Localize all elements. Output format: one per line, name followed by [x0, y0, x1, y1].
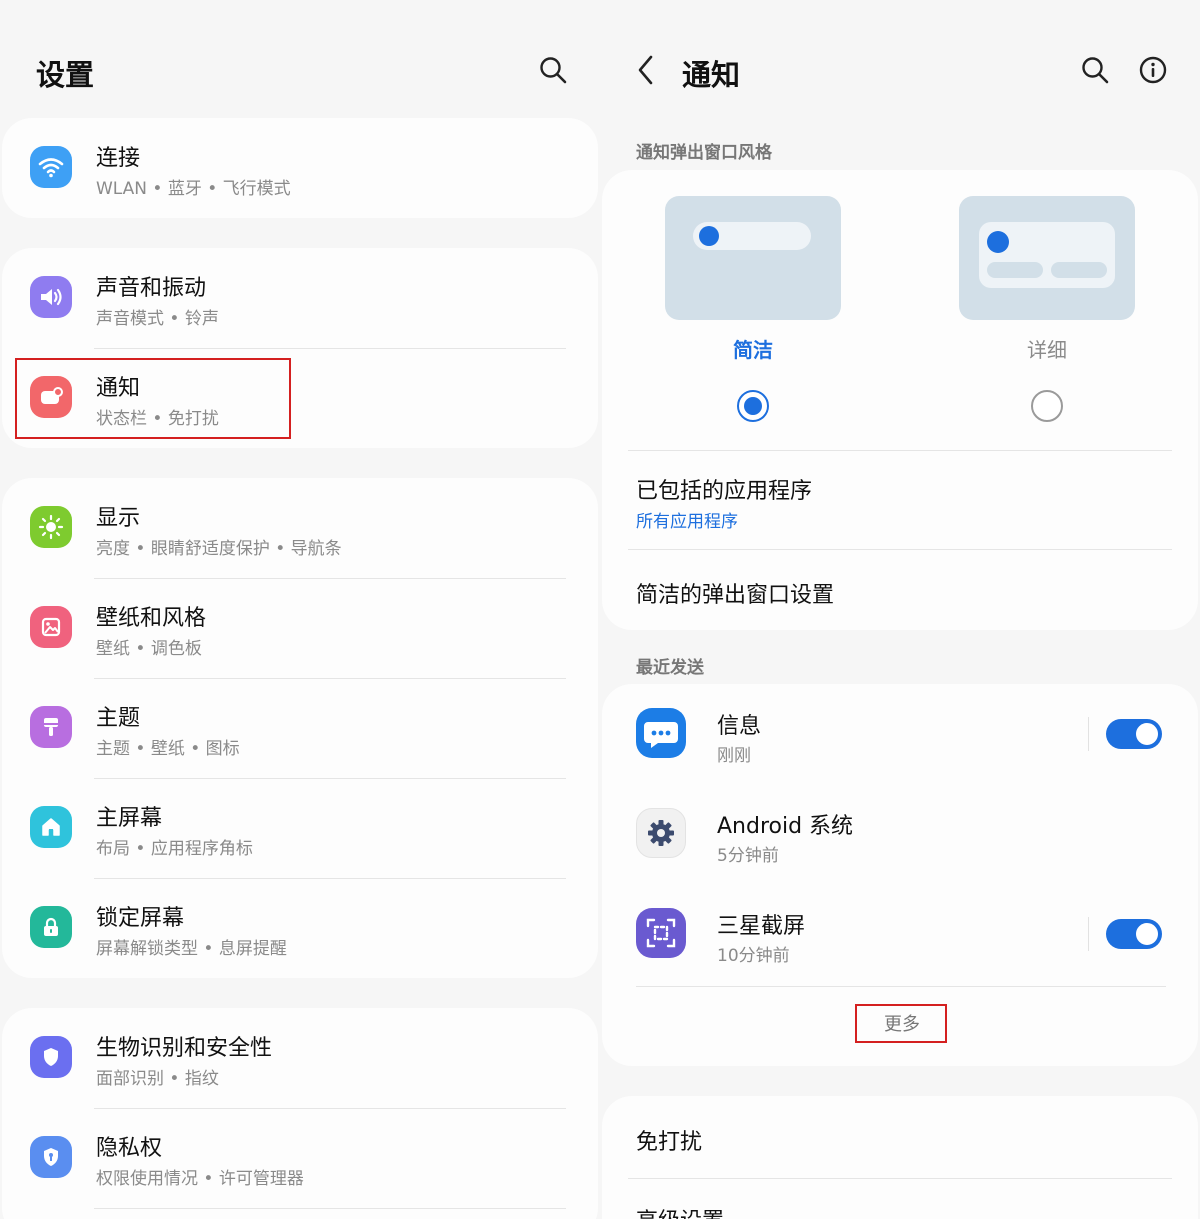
recent-app-row[interactable]: Android 系统 5分钟前	[602, 784, 1198, 884]
dnd-advanced-card: 免打扰 高级设置	[602, 1096, 1198, 1219]
detailed-style-label: 详细	[1027, 338, 1067, 362]
item-subtitle: 主题 • 壁纸 • 图标	[96, 739, 240, 759]
item-subtitle: WLAN • 蓝牙 • 飞行模式	[96, 179, 291, 199]
item-title: 声音和振动	[96, 276, 207, 301]
item-subtitle: 声音模式 • 铃声	[96, 309, 219, 329]
item-subtitle: 布局 • 应用程序角标	[96, 839, 253, 859]
item-title: 锁定屏幕	[96, 906, 185, 931]
preview-dot	[987, 231, 1009, 253]
preview-line	[987, 262, 1043, 278]
sun-icon	[30, 506, 72, 548]
back-arrow-icon[interactable]	[626, 50, 666, 90]
settings-item-home-screen[interactable]: 主屏幕 布局 • 应用程序角标	[2, 778, 598, 878]
brief-style-label: 简洁	[733, 338, 773, 362]
highlight-box-notifications	[15, 358, 291, 439]
privacy-shield-icon	[30, 1136, 72, 1178]
brief-style-preview[interactable]	[665, 196, 841, 320]
item-subtitle: 面部识别 • 指纹	[96, 1069, 219, 1089]
android-system-gear-icon	[636, 808, 686, 858]
page-title: 设置	[36, 58, 95, 92]
item-title: 显示	[96, 506, 141, 531]
app-name: 三星截屏	[717, 914, 806, 939]
divider	[94, 1208, 566, 1209]
highlight-box-more	[855, 1004, 947, 1043]
settings-item-theme[interactable]: 主题 主题 • 壁纸 • 图标	[2, 678, 598, 778]
separator	[1088, 717, 1089, 751]
shield-icon	[30, 1036, 72, 1078]
recent-app-row[interactable]: 信息 刚刚	[602, 684, 1198, 784]
search-icon[interactable]	[1075, 50, 1115, 90]
do-not-disturb-title: 免打扰	[636, 1130, 703, 1155]
detailed-style-preview[interactable]	[959, 196, 1135, 320]
settings-pane: 设置 连接 WLAN • 蓝牙 • 飞行模式 声音和振动 声音模式 • 铃声 通…	[0, 0, 600, 1219]
item-title: 连接	[96, 146, 141, 171]
page-title: 通知	[682, 58, 741, 92]
messages-icon	[636, 708, 686, 758]
settings-group-display: 显示 亮度 • 眼睛舒适度保护 • 导航条 壁纸和风格 壁纸 • 调色板 主题 …	[2, 478, 598, 978]
settings-item-wallpaper[interactable]: 壁纸和风格 壁纸 • 调色板	[2, 578, 598, 678]
app-time: 10分钟前	[717, 946, 790, 966]
advanced-settings-row[interactable]: 高级设置	[602, 1179, 1198, 1219]
settings-item-connections[interactable]: 连接 WLAN • 蓝牙 • 飞行模式	[2, 118, 598, 218]
notifications-pane: 通知 通知弹出窗口风格 简洁 详细 已包括的应用程序 所有应用程序 简洁的弹出窗…	[600, 0, 1200, 1219]
app-name: 信息	[717, 714, 762, 739]
advanced-settings-title: 高级设置	[636, 1203, 724, 1219]
divider	[636, 986, 1166, 987]
do-not-disturb-row[interactable]: 免打扰	[602, 1096, 1198, 1178]
separator	[1088, 917, 1089, 951]
recent-app-row[interactable]: 三星截屏 10分钟前	[602, 884, 1198, 984]
brief-popup-settings-title: 简洁的弹出窗口设置	[636, 583, 835, 608]
app-name: Android 系统	[717, 814, 854, 839]
settings-item-privacy[interactable]: 隐私权 权限使用情况 • 许可管理器	[2, 1108, 598, 1208]
included-apps-row[interactable]: 已包括的应用程序 所有应用程序	[602, 451, 1198, 549]
radio-dot	[744, 397, 762, 415]
theme-brush-icon	[30, 706, 72, 748]
settings-item-sound[interactable]: 声音和振动 声音模式 • 铃声	[2, 248, 598, 348]
settings-group-security: 生物识别和安全性 面部识别 • 指纹 隐私权 权限使用情况 • 许可管理器	[2, 1008, 598, 1219]
home-icon	[30, 806, 72, 848]
brief-popup-settings-row[interactable]: 简洁的弹出窗口设置	[602, 550, 1198, 630]
item-title: 主题	[96, 706, 141, 731]
settings-group-connections: 连接 WLAN • 蓝牙 • 飞行模式	[2, 118, 598, 218]
section-label-recent: 最近发送	[636, 658, 704, 678]
screenshot-icon	[636, 908, 686, 958]
included-apps-title: 已包括的应用程序	[636, 479, 813, 504]
included-apps-value: 所有应用程序	[636, 512, 738, 532]
item-subtitle: 屏幕解锁类型 • 息屏提醒	[96, 939, 287, 959]
settings-item-lock-screen[interactable]: 锁定屏幕 屏幕解锁类型 • 息屏提醒	[2, 878, 598, 978]
settings-item-biometrics[interactable]: 生物识别和安全性 面部识别 • 指纹	[2, 1008, 598, 1108]
app-notification-toggle[interactable]	[1106, 919, 1162, 949]
section-label-popup-style: 通知弹出窗口风格	[636, 143, 772, 163]
wifi-icon	[30, 146, 72, 188]
settings-item-display[interactable]: 显示 亮度 • 眼睛舒适度保护 • 导航条	[2, 478, 598, 578]
info-icon[interactable]	[1133, 50, 1173, 90]
popup-style-card: 简洁 详细 已包括的应用程序 所有应用程序 简洁的弹出窗口设置	[602, 170, 1198, 630]
app-time: 刚刚	[717, 746, 751, 766]
item-title: 生物识别和安全性	[96, 1036, 273, 1061]
preview-dot	[699, 226, 719, 246]
wallpaper-icon	[30, 606, 72, 648]
app-time: 5分钟前	[717, 846, 779, 866]
item-title: 隐私权	[96, 1136, 163, 1161]
item-subtitle: 壁纸 • 调色板	[96, 639, 202, 659]
item-title: 主屏幕	[96, 806, 163, 831]
app-notification-toggle[interactable]	[1106, 719, 1162, 749]
detailed-style-radio[interactable]	[1031, 390, 1063, 422]
volume-icon	[30, 276, 72, 318]
lock-icon	[30, 906, 72, 948]
search-icon[interactable]	[533, 50, 573, 90]
toggle-knob	[1134, 921, 1160, 947]
brief-style-radio[interactable]	[737, 390, 769, 422]
toggle-knob	[1134, 721, 1160, 747]
item-subtitle: 权限使用情况 • 许可管理器	[96, 1169, 304, 1189]
item-title: 壁纸和风格	[96, 606, 207, 631]
preview-line	[1051, 262, 1107, 278]
item-subtitle: 亮度 • 眼睛舒适度保护 • 导航条	[96, 539, 342, 559]
